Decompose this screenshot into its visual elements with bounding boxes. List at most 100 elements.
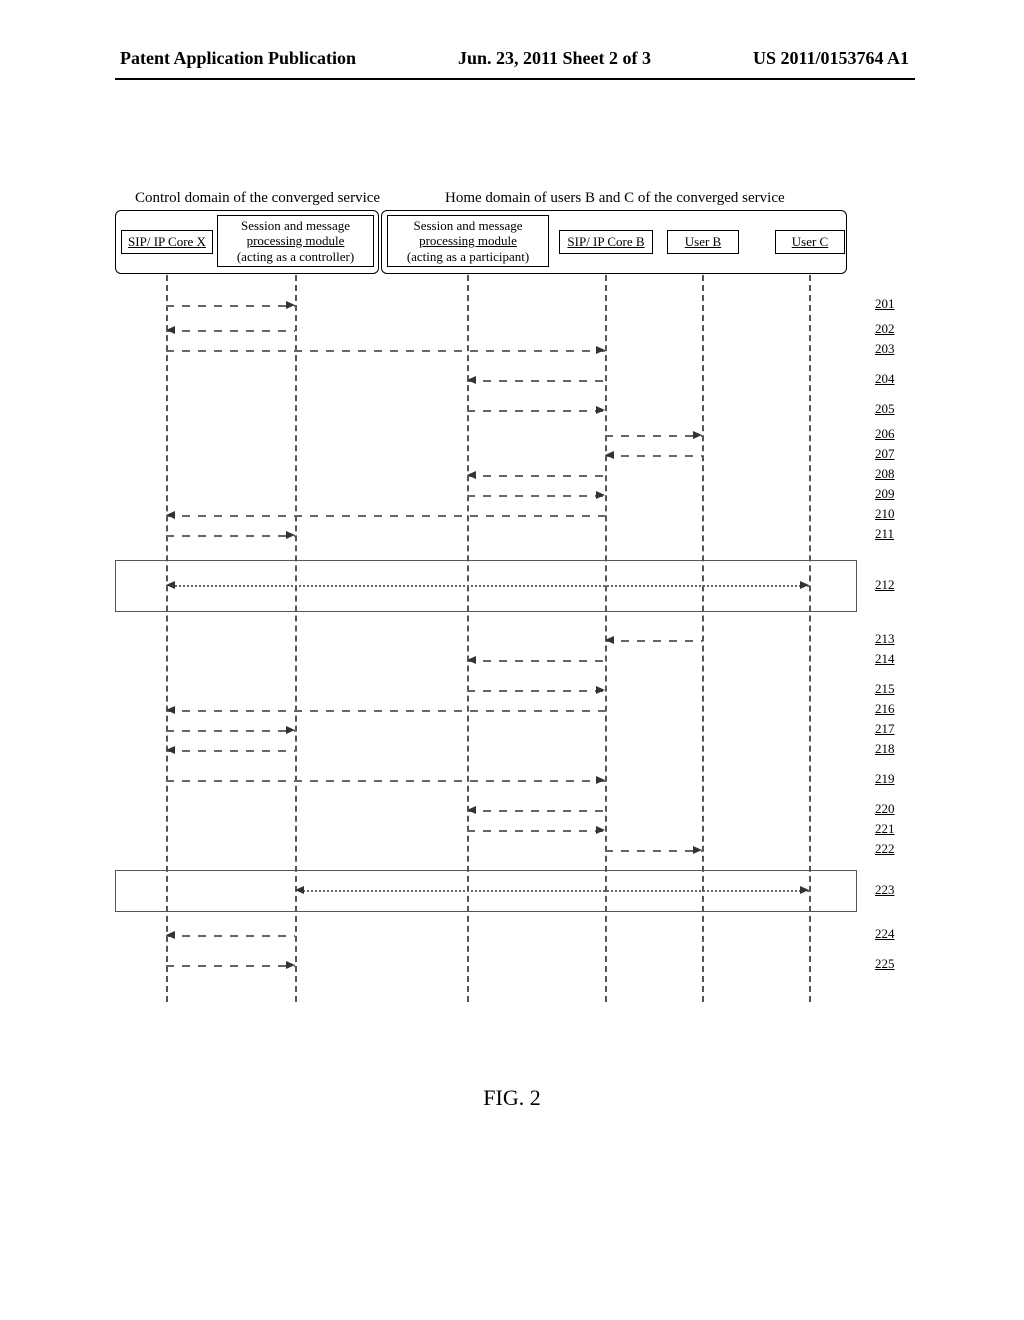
step-207: 207 <box>875 446 895 462</box>
step-204: 204 <box>875 371 895 387</box>
arrowhead-217 <box>286 726 295 734</box>
arrow-201 <box>166 305 295 307</box>
step-201: 201 <box>875 296 895 312</box>
arrowhead-225 <box>286 961 295 969</box>
actor-user-b-label: User B <box>685 234 721 250</box>
step-210: 210 <box>875 506 895 522</box>
step-220: 220 <box>875 801 895 817</box>
arrow-223 <box>295 890 809 892</box>
step-219: 219 <box>875 771 895 787</box>
arrowhead-216 <box>166 706 175 714</box>
arrowhead-222 <box>693 846 702 854</box>
actor-controller-l3: (acting as a controller) <box>237 249 354 265</box>
arrow-215 <box>467 690 605 692</box>
step-213: 213 <box>875 631 895 647</box>
header: Patent Application Publication Jun. 23, … <box>0 48 1024 69</box>
domain-home-label: Home domain of users B and C of the conv… <box>445 190 785 207</box>
step-214: 214 <box>875 651 895 667</box>
arrow-209 <box>467 495 605 497</box>
arrowhead-223-l <box>295 886 304 894</box>
arrow-224 <box>166 935 295 937</box>
arrow-205 <box>467 410 605 412</box>
arrowhead-211 <box>286 531 295 539</box>
header-center: Jun. 23, 2011 Sheet 2 of 3 <box>458 48 651 69</box>
arrow-208 <box>467 475 605 477</box>
figure-caption: FIG. 2 <box>0 1085 1024 1111</box>
arrowhead-219 <box>596 776 605 784</box>
step-225: 225 <box>875 956 895 972</box>
actor-sip-core-x: SIP/ IP Core X <box>121 230 213 254</box>
arrow-221 <box>467 830 605 832</box>
step-203: 203 <box>875 341 895 357</box>
arrow-211 <box>166 535 295 537</box>
step-208: 208 <box>875 466 895 482</box>
actor-controller-l2: processing module <box>247 233 345 249</box>
actor-sip-core-b: SIP/ IP Core B <box>559 230 653 254</box>
arrow-210 <box>166 515 605 517</box>
arrowhead-218 <box>166 746 175 754</box>
arrow-217 <box>166 730 295 732</box>
actor-participant-l1: Session and message <box>413 218 522 234</box>
arrowhead-220 <box>467 806 476 814</box>
arrow-222 <box>605 850 702 852</box>
actor-controller-module: Session and message processing module (a… <box>217 215 374 267</box>
actor-user-c: User C <box>775 230 845 254</box>
arrowhead-212-r <box>800 581 809 589</box>
arrow-218 <box>166 750 295 752</box>
actor-user-b: User B <box>667 230 739 254</box>
step-211: 211 <box>875 526 894 542</box>
arrow-213 <box>605 640 702 642</box>
step-215: 215 <box>875 681 895 697</box>
actor-sip-core-x-label: SIP/ IP Core X <box>128 234 206 250</box>
arrow-202 <box>166 330 295 332</box>
step-212: 212 <box>875 577 895 593</box>
arrowhead-206 <box>693 431 702 439</box>
arrowhead-203 <box>596 346 605 354</box>
step-224: 224 <box>875 926 895 942</box>
arrowhead-209 <box>596 491 605 499</box>
arrowhead-204 <box>467 376 476 384</box>
page: Patent Application Publication Jun. 23, … <box>0 0 1024 1320</box>
step-221: 221 <box>875 821 895 837</box>
actor-participant-module: Session and message processing module (a… <box>387 215 549 267</box>
arrow-216 <box>166 710 605 712</box>
arrowhead-207 <box>605 451 614 459</box>
header-left: Patent Application Publication <box>120 48 356 69</box>
arrowhead-224 <box>166 931 175 939</box>
step-216: 216 <box>875 701 895 717</box>
arrowhead-221 <box>596 826 605 834</box>
arrow-214 <box>467 660 605 662</box>
step-206: 206 <box>875 426 895 442</box>
actor-participant-l2: processing module <box>419 233 517 249</box>
arrowhead-223-r <box>800 886 809 894</box>
actor-participant-l3: (acting as a participant) <box>407 249 529 265</box>
arrowhead-210 <box>166 511 175 519</box>
arrowhead-215 <box>596 686 605 694</box>
domain-control-label: Control domain of the converged service <box>135 190 380 207</box>
arrow-225 <box>166 965 295 967</box>
arrowhead-212-l <box>166 581 175 589</box>
step-202: 202 <box>875 321 895 337</box>
actor-sip-core-b-label: SIP/ IP Core B <box>567 234 644 250</box>
arrowhead-208 <box>467 471 476 479</box>
step-217: 217 <box>875 721 895 737</box>
arrowhead-201 <box>286 301 295 309</box>
arrow-204 <box>467 380 605 382</box>
step-209: 209 <box>875 486 895 502</box>
actor-controller-l1: Session and message <box>241 218 350 234</box>
arrow-206 <box>605 435 702 437</box>
step-223: 223 <box>875 882 895 898</box>
arrow-207 <box>605 455 702 457</box>
arrowhead-214 <box>467 656 476 664</box>
step-205: 205 <box>875 401 895 417</box>
sequence-diagram: Control domain of the converged service … <box>115 190 920 1020</box>
actor-user-c-label: User C <box>792 234 828 250</box>
arrow-212 <box>166 585 809 587</box>
arrowhead-213 <box>605 636 614 644</box>
header-rule <box>115 78 915 80</box>
arrow-220 <box>467 810 605 812</box>
step-218: 218 <box>875 741 895 757</box>
arrow-219 <box>166 780 605 782</box>
arrow-203 <box>166 350 605 352</box>
arrowhead-202 <box>166 326 175 334</box>
